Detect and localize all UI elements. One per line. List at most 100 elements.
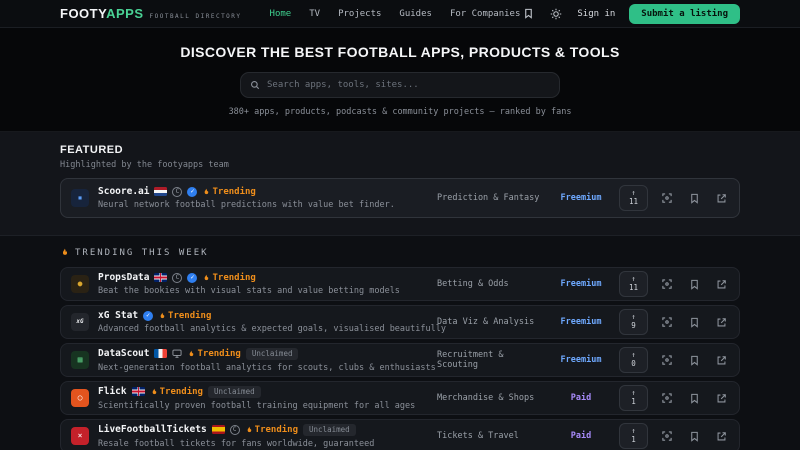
country-flag-icon [154,273,168,282]
trending-badge: Trending [158,311,211,321]
search-input[interactable] [267,80,550,90]
listing-name[interactable]: DataScout [98,348,149,359]
bookmark-icon[interactable] [686,314,702,330]
vote-count: 1 [631,435,636,445]
external-link-icon[interactable] [713,390,729,406]
vote-count: 1 [631,397,636,407]
trending-badge: Trending [202,187,256,197]
bookmark-icon[interactable] [686,428,702,444]
external-link-icon[interactable] [713,190,729,206]
app-logo: xG [71,313,89,331]
unclaimed-badge: Unclaimed [303,423,356,436]
expand-icon[interactable] [659,314,675,330]
country-flag-icon [131,387,145,396]
copyright-badge-icon: C [229,424,240,435]
app-logo: ○ [71,389,89,407]
listing-category: Betting & Odds [437,279,509,289]
nav-item-for-companies[interactable]: For Companies [450,9,520,19]
country-flag-icon [154,349,168,358]
pricing-badge: Paid [570,393,592,403]
logo-text: FOOTYAPPS [60,6,144,21]
expand-icon[interactable] [659,352,675,368]
country-flag-icon [154,187,168,196]
nav-item-tv[interactable]: TV [309,9,320,19]
listing-name[interactable]: LiveFootballTickets [98,424,207,435]
trending-heading: TRENDING THIS WEEK [60,247,740,258]
expand-icon[interactable] [659,276,675,292]
search-bar[interactable] [240,72,560,98]
trending-badge: Trending [150,387,203,397]
upvote-button[interactable]: ↑ 11 [619,185,648,211]
bookmark-icon[interactable] [521,7,535,21]
search-icon [250,80,260,90]
up-arrow-icon: ↑ [631,351,636,360]
flame-icon [205,274,209,280]
bookmark-icon[interactable] [686,190,702,206]
copyright-badge-icon: C [172,272,183,283]
external-link-icon[interactable] [713,428,729,444]
trending-section: TRENDING THIS WEEK ● PropsData C ✓ Trend… [0,236,800,450]
flame-icon [247,426,251,432]
verified-badge-icon: ✓ [143,310,154,321]
expand-icon[interactable] [659,190,675,206]
verified-badge-icon: ✓ [187,186,198,197]
pricing-badge: Freemium [560,193,602,203]
listing-name[interactable]: PropsData [98,272,149,283]
app-logo: ▦ [71,351,89,369]
listing-category: Merchandise & Shops [437,393,535,403]
site-logo[interactable]: FOOTYAPPS FOOTBALL DIRECTORY [60,6,242,21]
listing-name[interactable]: Flick [98,386,127,397]
upvote-button[interactable]: ↑ 9 [619,309,648,335]
upvote-button[interactable]: ↑ 1 [619,385,648,411]
upvote-button[interactable]: ↑ 11 [619,271,648,297]
listing-card[interactable]: ● PropsData C ✓ Trending Beat the bookie… [60,267,740,301]
nav-item-projects[interactable]: Projects [338,9,381,19]
hero-title: DISCOVER THE BEST FOOTBALL APPS, PRODUCT… [180,44,620,60]
listing-description: Scientifically proven football training … [98,400,416,411]
listing-card[interactable]: ▪ Scoore.ai C ✓ Trending Neural network … [60,178,740,218]
app-logo: ▪ [71,189,89,207]
external-link-icon[interactable] [713,352,729,368]
pricing-badge: Paid [570,431,592,441]
up-arrow-icon: ↑ [631,189,636,198]
nav-item-home[interactable]: Home [270,9,292,19]
listing-card[interactable]: xG xG Stat ✓ Trending Advanced football … [60,305,740,339]
app-logo: ● [71,275,89,293]
logo-tagline: FOOTBALL DIRECTORY [149,13,242,20]
listing-name[interactable]: xG Stat [98,310,138,321]
up-arrow-icon: ↑ [631,275,636,284]
nav-item-guides[interactable]: Guides [399,9,432,19]
bookmark-icon[interactable] [686,352,702,368]
expand-icon[interactable] [659,390,675,406]
verified-badge-icon: ✓ [187,272,198,283]
listing-card[interactable]: ▦ DataScout Trending Unclaimed Next-gene… [60,343,740,377]
country-flag-icon [211,425,225,434]
external-link-icon[interactable] [713,314,729,330]
sign-in-link[interactable]: Sign in [577,9,615,19]
vote-count: 11 [628,283,639,293]
submit-listing-button[interactable]: Submit a listing [629,3,740,24]
trending-badge: Trending [187,349,241,359]
up-arrow-icon: ↑ [631,313,636,322]
listing-description: Next-generation football analytics for s… [98,362,436,373]
listing-card[interactable]: ○ Flick Trending Unclaimed Scientificall… [60,381,740,415]
listing-name[interactable]: Scoore.ai [98,186,149,197]
listing-card[interactable]: × LiveFootballTickets C Trending Unclaim… [60,419,740,450]
theme-toggle-sun-icon[interactable] [549,7,563,21]
hero-subtitle: 380+ apps, products, podcasts & communit… [228,107,572,117]
listing-description: Advanced football analytics & expected g… [98,324,446,334]
vote-count: 0 [631,359,636,369]
main-nav: Home TV Projects Guides For Companies [270,9,521,19]
external-link-icon[interactable] [713,276,729,292]
top-navigation-bar: FOOTYAPPS FOOTBALL DIRECTORY Home TV Proje… [0,0,800,28]
hero-section: DISCOVER THE BEST FOOTBALL APPS, PRODUCT… [0,28,800,132]
expand-icon[interactable] [659,428,675,444]
bookmark-icon[interactable] [686,390,702,406]
featured-subtitle: Highlighted by the footyapps team [60,160,229,170]
upvote-button[interactable]: ↑ 0 [619,347,648,373]
bookmark-icon[interactable] [686,276,702,292]
upvote-button[interactable]: ↑ 1 [619,423,648,449]
pricing-badge: Freemium [560,355,602,365]
monitor-icon [172,349,182,358]
flame-icon [152,388,156,394]
